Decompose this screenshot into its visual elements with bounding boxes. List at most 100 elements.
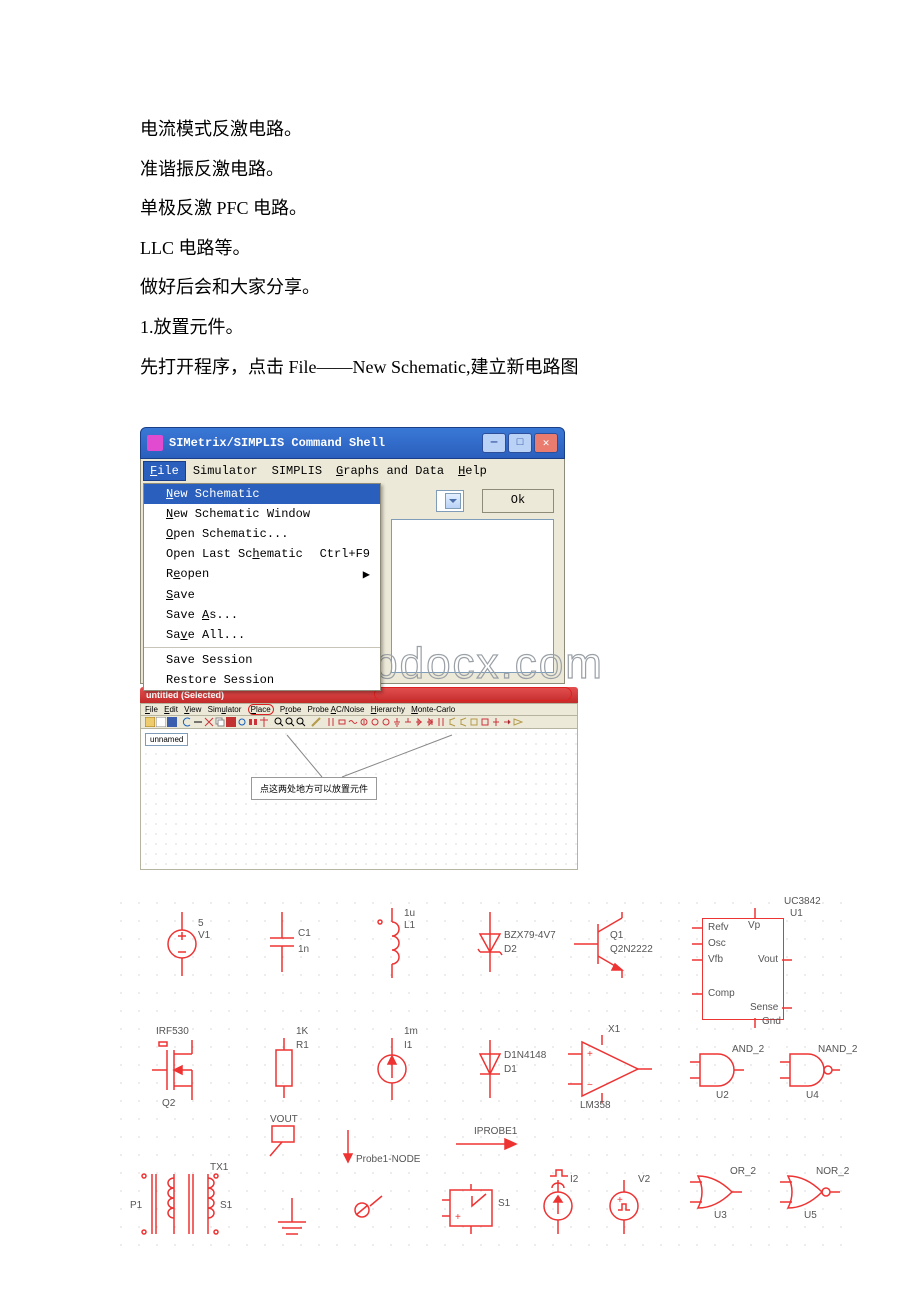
vout-label-icon	[270, 1126, 294, 1156]
isrc-val: 1m	[404, 1026, 418, 1037]
bjt-ref: Q1	[610, 930, 623, 941]
diode-icon[interactable]	[414, 717, 424, 727]
sch-menu-view[interactable]: View	[184, 705, 201, 714]
sch-menu-probe-ac[interactable]: Probe AC/Noise	[308, 705, 365, 714]
pulse-isrc-icon	[544, 1170, 572, 1234]
ic-pin-sense: Sense	[750, 1002, 778, 1013]
undo-icon[interactable]	[182, 717, 192, 727]
schematic-toolbar	[140, 716, 578, 729]
menu-new-schematic-window[interactable]: New Schematic Window	[144, 504, 380, 524]
paragraph: 准谐振反激电路。	[140, 150, 780, 190]
vprobe-icon[interactable]	[491, 717, 501, 727]
zoom-fit-icon[interactable]	[296, 717, 306, 727]
xfmr-icon[interactable]	[436, 717, 446, 727]
mos-icon[interactable]	[469, 717, 479, 727]
menu-help[interactable]: Help	[451, 461, 494, 481]
menu-open-last-schematic[interactable]: Open Last SchematicCtrl+F9	[144, 544, 380, 564]
wire-icon[interactable]	[193, 717, 203, 727]
menu-restore-session[interactable]: Restore Session	[144, 670, 380, 690]
switch-icon: +	[442, 1184, 492, 1234]
or-ref: U3	[714, 1210, 727, 1221]
iprobe-label: IPROBE1	[474, 1126, 517, 1137]
svg-text:−: −	[587, 1080, 593, 1091]
sch-menu-montecarlo[interactable]: Monte-Carlo	[411, 705, 455, 714]
new-icon[interactable]	[156, 717, 166, 727]
cap-icon[interactable]	[326, 717, 336, 727]
delete-icon[interactable]	[226, 717, 236, 727]
pulse-v-ref: V2	[638, 1174, 650, 1185]
menu-save-session[interactable]: Save Session	[144, 650, 380, 670]
mosfet-model: IRF530	[156, 1026, 189, 1037]
menu-new-schematic[interactable]: New Schematic	[144, 484, 380, 504]
ok-button[interactable]: Ok	[482, 489, 554, 513]
sch-menu-probe[interactable]: Probe	[280, 705, 301, 714]
paragraph: 电流模式反激电路。	[140, 110, 780, 150]
v-source-val: 5	[198, 918, 204, 929]
menu-open-schematic[interactable]: Open Schematic...	[144, 524, 380, 544]
zener-icon[interactable]	[425, 717, 435, 727]
iprobe-icon	[456, 1139, 516, 1149]
schematic-canvas[interactable]: unnamed 点这两处地方可以放置元件	[140, 729, 578, 870]
opamp-icon: + −	[568, 1035, 652, 1103]
ic-pin-vp: Vp	[748, 920, 760, 931]
copy-icon[interactable]	[215, 717, 225, 727]
svg-text:+: +	[455, 1212, 461, 1223]
menu-simulator[interactable]: Simulator	[186, 461, 265, 481]
menu-reopen[interactable]: Reopen▶	[144, 564, 380, 585]
menu-graphs[interactable]: Graphs and Data	[329, 461, 451, 481]
minimize-icon[interactable]: —	[482, 433, 506, 453]
ac-icon[interactable]	[370, 717, 380, 727]
or-gate-icon	[690, 1176, 742, 1208]
zoom-in-icon[interactable]	[274, 717, 284, 727]
gnd-icon[interactable]	[392, 717, 402, 727]
diode-ref: D1	[504, 1064, 517, 1075]
menu-simplis[interactable]: SIMPLIS	[265, 461, 329, 481]
zoom-out-icon[interactable]	[285, 717, 295, 727]
isrc-ref: I1	[404, 1040, 412, 1051]
close-icon[interactable]: ✕	[534, 433, 558, 453]
bjt-p-icon[interactable]	[458, 717, 468, 727]
and-gate-icon	[690, 1054, 744, 1086]
bjt-n-icon[interactable]	[447, 717, 457, 727]
vsrc-icon[interactable]	[359, 717, 369, 727]
pulse-vsrc-icon: +	[610, 1180, 638, 1234]
dropdown-select[interactable]	[436, 490, 464, 512]
mosfet-ref: Q2	[162, 1098, 175, 1109]
sch-menu-file[interactable]: File	[145, 705, 158, 714]
components-schematic: + −	[112, 894, 852, 1254]
cut-icon[interactable]	[204, 717, 214, 727]
cap-ref: C1	[298, 928, 311, 939]
zener-icon	[478, 912, 502, 972]
switch-icon[interactable]	[480, 717, 490, 727]
diode-model: D1N4148	[504, 1050, 546, 1061]
sch-menu-hierarchy[interactable]: Hierarchy	[371, 705, 405, 714]
pulse-icon[interactable]	[381, 717, 391, 727]
maximize-icon[interactable]: □	[508, 433, 532, 453]
ind-icon[interactable]	[348, 717, 358, 727]
rotate-icon[interactable]	[237, 717, 247, 727]
pencil-icon[interactable]	[311, 717, 321, 727]
save-icon[interactable]	[167, 717, 177, 727]
mirror-icon[interactable]	[248, 717, 258, 727]
menu-save-as[interactable]: Save As...	[144, 605, 380, 625]
ic-pin-osc: Osc	[708, 938, 726, 949]
opamp-icon[interactable]	[513, 717, 523, 727]
opamp-model: LM358	[580, 1100, 611, 1111]
callout-text: 点这两处地方可以放置元件	[260, 784, 368, 794]
iprobe-icon[interactable]	[502, 717, 512, 727]
vprobe-icon	[344, 1130, 352, 1162]
gnd2-icon[interactable]	[403, 717, 413, 727]
sch-menu-simulator[interactable]: Simulator	[208, 705, 242, 714]
schematic-tab[interactable]: unnamed	[145, 733, 188, 746]
nor-gate-icon	[780, 1176, 840, 1208]
sch-menu-place[interactable]: Place	[248, 704, 274, 715]
flip-icon[interactable]	[259, 717, 269, 727]
ic-pin-vout: Vout	[758, 954, 778, 965]
nor-ref: U5	[804, 1210, 817, 1221]
menu-save[interactable]: Save	[144, 585, 380, 605]
open-icon[interactable]	[145, 717, 155, 727]
res-icon[interactable]	[337, 717, 347, 727]
menu-file[interactable]: File	[143, 461, 186, 481]
sch-menu-edit[interactable]: Edit	[164, 705, 178, 714]
menu-save-all[interactable]: Save All...	[144, 625, 380, 645]
